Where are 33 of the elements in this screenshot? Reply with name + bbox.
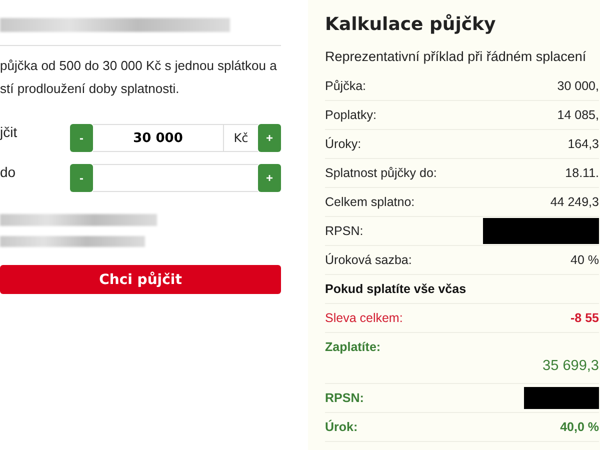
panel-title: Kalkulace půjčky	[325, 14, 497, 35]
row-value: -8 55	[570, 311, 599, 325]
intro-text: stí prodloužení doby splatnosti.	[0, 80, 180, 98]
row-label: Sleva celkem:	[325, 311, 403, 325]
row-value: 30 000,	[557, 79, 599, 93]
intro-text: půjčka od 500 do 30 000 Kč s jednou splátkou a	[0, 57, 278, 75]
decrease-button[interactable]: -	[70, 164, 93, 192]
decrease-button[interactable]: -	[70, 124, 93, 152]
row-label: Úroková sazba:	[325, 253, 412, 267]
row-value: 44 249,3	[550, 195, 599, 209]
increase-button[interactable]: +	[258, 124, 281, 152]
row-label: RPSN:	[325, 224, 364, 238]
increase-button[interactable]: +	[258, 164, 281, 192]
field-label: jčit	[0, 124, 18, 140]
field-label: do	[0, 164, 17, 180]
row-value: 18.11.	[565, 166, 599, 180]
panel-subtitle: Reprezentativní příklad při řádném splacení	[325, 49, 588, 64]
row-label: Celkem splatno:	[325, 195, 415, 209]
row-value: 14 085,	[557, 108, 599, 122]
row-label: Úroky:	[325, 137, 362, 151]
row-label: Půjčka:	[325, 79, 366, 93]
row-label: Splatnost půjčky do:	[325, 166, 437, 180]
row-value: 40 %	[570, 253, 599, 267]
row-value: 164,3	[568, 137, 599, 151]
row-label: RPSN:	[325, 391, 364, 405]
row-label: Zaplatíte:	[325, 340, 381, 354]
row-label: Poplatky:	[325, 108, 376, 122]
row-value: 40,0 %	[560, 420, 599, 434]
row-label: Úrok:	[325, 420, 358, 434]
section-heading: Pokud splatíte vše včas	[325, 282, 466, 296]
row-value: 35 699,3	[542, 358, 599, 374]
submit-button[interactable]: Chci půjčit	[0, 265, 281, 294]
amount-field[interactable]: 30 000 Kč	[93, 124, 258, 152]
